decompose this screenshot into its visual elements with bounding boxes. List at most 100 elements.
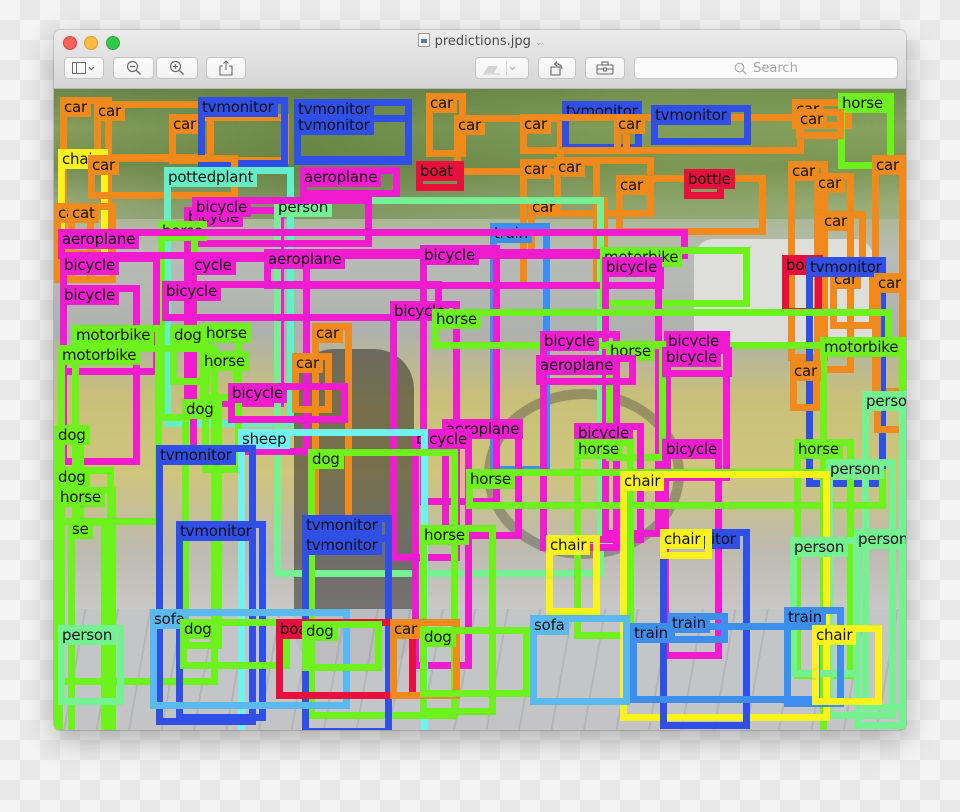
detection-label: dog [420,627,456,647]
detection-label: car [614,114,646,134]
detection-label: motorbike [58,345,141,365]
detection-label: person [790,537,849,557]
toolbox-button[interactable] [585,57,625,79]
detection-label: sofa [530,615,569,635]
detection-label: bottle [684,169,735,189]
rotate-button[interactable] [538,57,576,79]
detection-label: dog [302,621,338,641]
window-title[interactable]: predictions.jpg ⌄ [54,33,906,52]
rotate-left-icon [550,61,563,76]
detection-label: car [454,115,486,135]
share-icon [219,60,233,76]
detection-label: person [862,391,906,411]
detection-label: car [169,114,201,134]
detection-label: person [854,529,906,549]
detection-label: horse [838,93,887,113]
detection-label: horse [420,525,469,545]
detection-label: car [820,211,852,231]
detection-label: car [390,619,422,639]
detection-label: car [88,155,120,175]
detection-label: train [784,607,826,627]
detection-label: tvmonitor [302,535,382,555]
detection-label: horse [200,351,249,371]
detection-label: horse [466,469,515,489]
detection-label: car [520,114,552,134]
detection-label: chair [660,529,705,549]
detection-label: chair [812,625,857,645]
zoom-out-icon [126,60,141,75]
search-placeholder: Search [753,60,798,76]
detection-label: tvmonitor [198,97,278,117]
zoom-out-button[interactable] [113,57,154,79]
detection-label: bicycle [60,285,120,305]
detection-label: tvmonitor [302,515,382,535]
preview-window: predictions.jpg ⌄ Search car car car tvm… [54,30,906,730]
share-button[interactable] [206,57,246,79]
detection-label: cycle [190,255,236,275]
search-icon [734,62,747,74]
title-chevron-icon[interactable]: ⌄ [535,38,543,48]
detection-label: dog [170,325,206,345]
detection-label: tvmonitor [294,115,374,135]
detection-label: car [520,159,552,179]
detection-label: horse [56,487,105,507]
detection-label: pottedplant [164,167,258,187]
detection-label: chair [620,471,665,491]
detection-label: dog [180,619,216,639]
detection-label: car [312,323,344,343]
markup-button[interactable] [475,57,529,79]
detection-label: tvmonitor [176,521,256,541]
detection-label: dog [308,449,344,469]
detection-label: tvmonitor [651,105,731,125]
detection-label: bicycle [540,331,600,351]
detection-label: horse [432,309,481,329]
detection-label: se [68,519,93,539]
detection-label: bicycle [420,245,480,265]
detection-label: car [814,173,846,193]
detection-label: bicycle [60,255,120,275]
zoom-in-button[interactable] [156,57,198,79]
detection-label: dog [54,425,90,445]
detection-label: bicycle [602,257,662,277]
detection-label: dog [54,467,90,487]
detection-label: car [94,101,126,121]
detection-label: dog [182,399,218,419]
detection-label: tvmonitor [156,445,236,465]
detection-label: horse [202,323,251,343]
sidebar-toggle-button[interactable] [64,57,104,79]
detection-label: aeroplane [536,355,618,375]
detection-label: car [292,353,324,373]
chevron-down-icon [509,66,516,71]
detection-label: horse [794,439,843,459]
detection-label: aeroplane [264,249,346,269]
detection-label: chair [546,535,591,555]
image-canvas[interactable]: car car car tvmonitor tvmonitor tvmonitor car c… [54,89,906,730]
detection-label: aeroplane [58,229,140,249]
sidebar-icon [72,62,95,74]
window-title-text: predictions.jpg [434,34,531,49]
detection-label: car [872,155,904,175]
detection-label: car [796,109,828,129]
detection-label: person [826,459,885,479]
detection-label: car [554,157,586,177]
detection-label: train [668,613,710,633]
detection-label: bicycle [662,347,722,367]
detection-label: car [790,361,822,381]
search-field[interactable]: Search [634,57,898,79]
detection-label: bicycle [662,439,722,459]
detection-label: bicycle [162,281,222,301]
detection-label: car [874,273,906,293]
detection-label: bicycle [192,197,252,217]
detection-label: motorbike [72,325,155,345]
detection-label: cat [68,203,99,223]
detection-label: boat [416,161,457,181]
detection-label: car [616,175,648,195]
toolbox-icon [596,61,614,75]
detection-label: horse [574,439,623,459]
detection-label: car [426,93,458,113]
detections-layer: car car car tvmonitor tvmonitor tvmonitor car c… [54,89,906,730]
detection-label: car [60,97,92,117]
detection-label: bicycle [228,383,288,403]
detection-label: motorbike [820,337,903,357]
detection-label: aeroplane [300,167,382,187]
